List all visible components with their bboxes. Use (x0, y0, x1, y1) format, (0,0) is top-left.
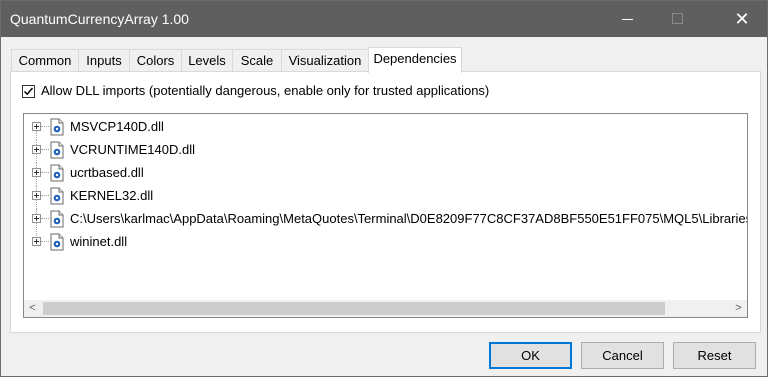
dll-icon (50, 164, 64, 182)
expand-icon[interactable] (32, 122, 41, 131)
tab-visualization[interactable]: Visualization (281, 49, 369, 72)
allow-dll-checkbox[interactable] (22, 85, 35, 98)
tree-item[interactable]: MSVCP140D.dll (24, 116, 747, 138)
tab-colors[interactable]: Colors (129, 49, 182, 72)
dll-icon (50, 118, 64, 136)
tab-common[interactable]: Common (11, 49, 79, 72)
scroll-right-icon[interactable]: > (730, 300, 747, 317)
tree-item[interactable]: ucrtbased.dll (24, 162, 747, 184)
tab-inputs[interactable]: Inputs (78, 49, 130, 72)
horizontal-scrollbar[interactable]: < > (24, 300, 747, 317)
dll-icon (50, 187, 64, 205)
tab-scale[interactable]: Scale (232, 49, 282, 72)
tree-item[interactable]: C:\Users\karlmac\AppData\Roaming\MetaQuo… (24, 208, 748, 230)
ok-button[interactable]: OK (489, 342, 572, 369)
tree-item-label: ucrtbased.dll (70, 165, 144, 180)
cancel-button[interactable]: Cancel (581, 342, 664, 369)
scroll-left-icon[interactable]: < (24, 300, 41, 317)
scrollbar-thumb[interactable] (43, 302, 665, 315)
tree-item[interactable]: wininet.dll (24, 231, 747, 253)
tab-levels[interactable]: Levels (181, 49, 233, 72)
tree-item-label: C:\Users\karlmac\AppData\Roaming\MetaQuo… (70, 211, 748, 226)
title-bar[interactable]: QuantumCurrencyArray 1.00 ✕ (1, 1, 767, 37)
tree-item[interactable]: VCRUNTIME140D.dll (24, 139, 747, 161)
close-icon: ✕ (734, 9, 750, 29)
dependencies-tree[interactable]: MSVCP140D.dll VCRUNTIME140D.dll ucrtbase… (23, 113, 748, 318)
expand-icon[interactable] (32, 168, 41, 177)
dll-icon (50, 233, 64, 251)
maximize-button (654, 1, 700, 37)
tree-item-label: VCRUNTIME140D.dll (70, 142, 195, 157)
expand-icon[interactable] (32, 237, 41, 246)
tree-item-label: wininet.dll (70, 234, 128, 249)
dependencies-panel: Allow DLL imports (potentially dangerous… (10, 71, 761, 333)
checkmark-icon (23, 87, 34, 96)
expand-icon[interactable] (32, 145, 41, 154)
tab-dependencies[interactable]: Dependencies (368, 47, 462, 73)
tree-item[interactable]: KERNEL32.dll (24, 185, 747, 207)
expand-icon[interactable] (32, 214, 41, 223)
indicator-properties-dialog: QuantumCurrencyArray 1.00 ✕ Common Input… (0, 0, 768, 377)
minimize-button[interactable] (605, 1, 651, 37)
dll-icon (50, 141, 64, 159)
tree-item-label: KERNEL32.dll (70, 188, 154, 203)
tree-item-label: MSVCP140D.dll (70, 119, 164, 134)
minimize-icon (622, 19, 633, 20)
maximize-icon (672, 13, 683, 24)
reset-button[interactable]: Reset (673, 342, 756, 369)
window-title: QuantumCurrencyArray 1.00 (10, 11, 189, 27)
allow-dll-label[interactable]: Allow DLL imports (potentially dangerous… (41, 83, 489, 98)
close-button[interactable]: ✕ (719, 1, 765, 37)
expand-icon[interactable] (32, 191, 41, 200)
dll-icon (50, 210, 64, 228)
